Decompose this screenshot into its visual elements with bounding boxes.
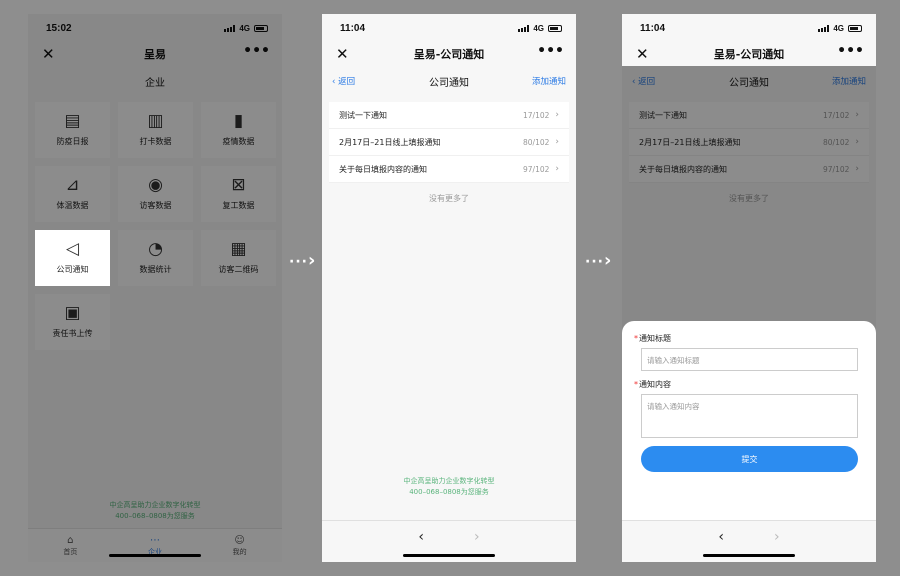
status-time: 11:04 xyxy=(340,22,366,34)
back-button[interactable]: ‹ 返回 xyxy=(332,75,355,87)
battery-icon xyxy=(548,24,562,32)
list-item[interactable]: 测试一下通知 17/102 › xyxy=(329,102,569,129)
home-indicator xyxy=(403,554,495,557)
no-more-text: 没有更多了 xyxy=(429,194,469,203)
status-time: 11:04 xyxy=(640,22,666,34)
app-title: 呈易-公司通知 xyxy=(413,48,485,61)
chevron-right-icon: › xyxy=(555,164,559,174)
notice-title-input[interactable]: 请输入通知标题 xyxy=(641,348,858,371)
required-mark: * xyxy=(634,334,638,343)
network-label: 4G xyxy=(833,23,844,33)
network-label: 4G xyxy=(533,23,544,33)
required-mark: * xyxy=(634,380,638,389)
flow-arrow: ···› xyxy=(289,250,315,271)
phone-screen-notice-list: 11:04 4G ✕ 呈易-公司通知 ••• ‹ 返回 公司通知 添加通知 测试… xyxy=(322,14,576,562)
page-header: ‹ 返回 公司通知 添加通知 xyxy=(322,66,576,96)
close-icon[interactable]: ✕ xyxy=(636,45,649,63)
submit-button[interactable]: 提交 xyxy=(641,446,858,472)
status-bar: 11:04 4G xyxy=(322,14,576,42)
content-field-label: *通知内容 xyxy=(634,380,671,389)
notice-content-textarea[interactable]: 请输入通知内容 xyxy=(641,394,858,438)
notice-list: 测试一下通知 17/102 › 2月17日–21日线上填报通知 80/102 › 关于每… xyxy=(329,102,569,183)
phone-screen-enterprise: 15:02 4G ✕ 呈易 ••• 企业 ▤ 防疫日报 ▥ 打卡数据 ▮ 疫情数据 ⊿… xyxy=(28,14,282,562)
more-icon[interactable]: ••• xyxy=(837,43,864,59)
flow-arrow: ···› xyxy=(585,250,611,271)
title-field-label: *通知标题 xyxy=(634,334,671,343)
app-title-bar: ✕ 呈易-公司通知 ••• xyxy=(622,42,876,66)
more-icon[interactable]: ••• xyxy=(537,43,564,59)
tile-company-notice[interactable]: ◁ 公司通知 xyxy=(35,230,110,286)
status-bar: 11:04 4G xyxy=(622,14,876,42)
phone-screen-add-notice: 11:04 4G ✕ 呈易-公司通知 ••• ‹ 返回 公司通知 添加通知 测试… xyxy=(622,14,876,562)
nav-back-icon[interactable]: ‹ xyxy=(718,529,724,562)
signal-icon xyxy=(518,24,530,32)
add-notice-button[interactable]: 添加通知 xyxy=(532,75,566,87)
dim-overlay xyxy=(28,14,282,562)
battery-icon xyxy=(848,24,862,32)
home-indicator xyxy=(109,554,201,557)
home-indicator xyxy=(703,554,795,557)
page-title: 公司通知 xyxy=(429,77,469,89)
list-item[interactable]: 关于每日填报内容的通知 97/102 › xyxy=(329,156,569,183)
nav-forward-icon[interactable]: › xyxy=(474,529,480,562)
close-icon[interactable]: ✕ xyxy=(336,45,349,63)
chevron-right-icon: › xyxy=(555,110,559,120)
app-title: 呈易-公司通知 xyxy=(713,48,785,61)
speaker-icon: ◁ xyxy=(65,239,80,259)
signal-icon xyxy=(818,24,830,32)
app-title-bar: ✕ 呈易-公司通知 ••• xyxy=(322,42,576,66)
footer-slogan: 中企高呈助力企业数字化转型 400–068–0808为您服务 xyxy=(403,477,495,496)
nav-forward-icon[interactable]: › xyxy=(774,529,780,562)
list-item[interactable]: 2月17日–21日线上填报通知 80/102 › xyxy=(329,129,569,156)
chevron-right-icon: › xyxy=(555,137,559,147)
nav-back-icon[interactable]: ‹ xyxy=(418,529,424,562)
